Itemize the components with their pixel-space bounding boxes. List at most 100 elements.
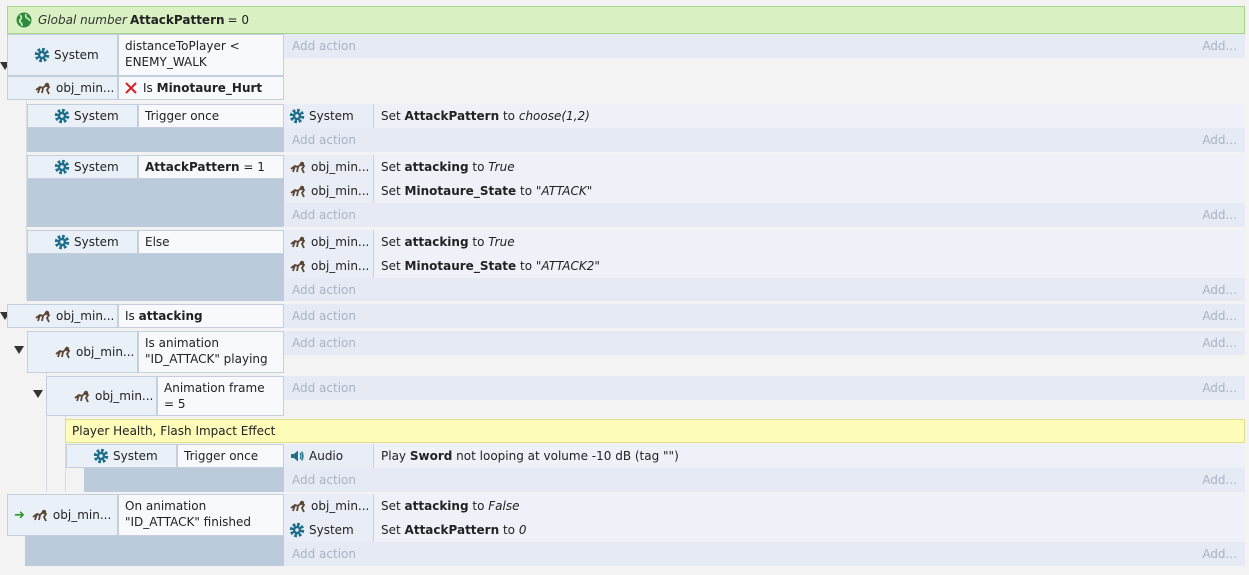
condition-text-label: Else: [145, 235, 170, 249]
minotaur-sprite-icon: [74, 390, 90, 403]
comment-text: Player Health, Flash Impact Effect: [72, 424, 276, 438]
condition-text-label: distanceToPlayer < ENEMY_WALK: [125, 39, 240, 69]
global-variable-row[interactable]: Global number AttackPattern = 0: [7, 6, 1245, 34]
add-action-link[interactable]: Add action: [292, 547, 356, 561]
add-action-short[interactable]: Add...: [1202, 133, 1237, 147]
condition-bold: Minotaure_Hurt: [156, 81, 263, 95]
collapse-toggle[interactable]: [33, 390, 43, 398]
action-verb: Play: [381, 449, 407, 463]
add-action-row[interactable]: Add action Add...: [284, 542, 1245, 566]
comment-row[interactable]: Player Health, Flash Impact Effect: [65, 419, 1245, 443]
action-text[interactable]: Set Minotaure_State to "ATTACK": [374, 179, 1245, 203]
action-rest: not looping at volume -10 dB (tag ""): [456, 449, 679, 463]
action-object[interactable]: obj_min...: [284, 230, 374, 254]
add-action-short[interactable]: Add...: [1202, 336, 1237, 350]
condition-text[interactable]: Is Minotaure_Hurt: [118, 76, 284, 100]
minotaur-sprite-icon: [35, 310, 51, 323]
action-object[interactable]: obj_min...: [284, 155, 374, 179]
add-action-row[interactable]: Add action Add...: [284, 468, 1245, 492]
condition-text[interactable]: Trigger once: [177, 444, 284, 468]
condition-text[interactable]: Is attacking: [118, 304, 284, 328]
condition-object[interactable]: obj_min...: [46, 376, 157, 416]
add-action-short[interactable]: Add...: [1202, 39, 1237, 53]
condition-bold: attacking: [138, 309, 203, 323]
condition-object[interactable]: obj_min...: [27, 331, 138, 373]
gear-icon: [93, 448, 109, 464]
condition-object[interactable]: System: [66, 444, 177, 468]
action-object-label: obj_min...: [311, 259, 370, 273]
action-bold: attacking: [404, 499, 469, 513]
action-text[interactable]: Set attacking to True: [374, 230, 1245, 254]
gear-icon: [34, 47, 50, 63]
condition-object[interactable]: obj_min...: [7, 76, 118, 100]
add-action-link[interactable]: Add action: [292, 309, 356, 323]
condition-text[interactable]: distanceToPlayer < ENEMY_WALK: [118, 34, 284, 76]
condition-text[interactable]: Is animation "ID_ATTACK" playing: [138, 331, 284, 373]
condition-object[interactable]: System: [7, 34, 118, 76]
add-action-row[interactable]: Add action Add...: [284, 278, 1245, 301]
add-action-short[interactable]: Add...: [1202, 473, 1237, 487]
condition-text[interactable]: Trigger once: [138, 104, 284, 128]
action-object[interactable]: System: [284, 518, 374, 542]
action-text[interactable]: Set AttackPattern to choose(1,2): [374, 104, 1245, 128]
minotaur-sprite-icon: [290, 260, 306, 273]
add-action-row[interactable]: Add action Add...: [284, 331, 1245, 355]
action-object[interactable]: System: [284, 104, 374, 128]
add-action-link[interactable]: Add action: [292, 381, 356, 395]
add-action-short[interactable]: Add...: [1202, 283, 1237, 297]
condition-text[interactable]: AttackPattern = 1: [138, 155, 284, 179]
invert-x-icon: [125, 82, 137, 94]
action-bold: attacking: [404, 235, 469, 249]
condition-text[interactable]: On animation "ID_ATTACK" finished: [118, 494, 284, 536]
condition-object-label: obj_min...: [95, 389, 154, 403]
condition-object-label: System: [113, 449, 158, 463]
action-object[interactable]: obj_min...: [284, 494, 374, 518]
action-object[interactable]: obj_min...: [284, 254, 374, 278]
add-action-link[interactable]: Add action: [292, 473, 356, 487]
condition-object[interactable]: ➜ obj_min...: [7, 494, 118, 536]
condition-rest: = 1: [243, 160, 265, 174]
action-verb: Set: [381, 259, 401, 273]
action-text[interactable]: Play Sword not looping at volume -10 dB …: [374, 444, 1245, 468]
add-action-link[interactable]: Add action: [292, 283, 356, 297]
action-mid: to: [502, 109, 516, 123]
action-mid: to: [472, 235, 485, 249]
action-object-label: obj_min...: [311, 160, 370, 174]
condition-object-label: System: [74, 235, 119, 249]
condition-text-label: Trigger once: [145, 109, 220, 123]
action-mid: to: [472, 160, 485, 174]
collapse-toggle[interactable]: [14, 346, 24, 354]
add-action-short[interactable]: Add...: [1202, 309, 1237, 323]
action-text[interactable]: Set attacking to True: [374, 155, 1245, 179]
action-italic: True: [488, 160, 515, 174]
add-action-row[interactable]: Add action Add...: [284, 304, 1245, 328]
add-action-link[interactable]: Add action: [292, 208, 356, 222]
condition-object[interactable]: System: [27, 230, 138, 254]
condition-object[interactable]: System: [27, 104, 138, 128]
action-text[interactable]: Set Minotaure_State to "ATTACK2": [374, 254, 1245, 278]
action-object[interactable]: Audio: [284, 444, 374, 468]
condition-object[interactable]: obj_min...: [7, 304, 118, 328]
condition-text-label: Trigger once: [184, 449, 259, 463]
add-action-row[interactable]: Add action Add...: [284, 203, 1245, 227]
add-action-link[interactable]: Add action: [292, 133, 356, 147]
add-action-short[interactable]: Add...: [1202, 208, 1237, 222]
action-text[interactable]: Set AttackPattern to 0: [374, 518, 1245, 542]
condition-object-label: obj_min...: [52, 508, 112, 522]
action-object[interactable]: obj_min...: [284, 179, 374, 203]
add-action-short[interactable]: Add...: [1202, 381, 1237, 395]
add-action-short[interactable]: Add...: [1202, 547, 1237, 561]
condition-text-label: Is animation "ID_ATTACK" playing: [145, 336, 268, 366]
add-action-row[interactable]: Add action Add...: [284, 128, 1245, 152]
action-bold: Minotaure_State: [404, 259, 517, 273]
add-action-link[interactable]: Add action: [292, 336, 356, 350]
action-text[interactable]: Set attacking to False: [374, 494, 1245, 518]
condition-text[interactable]: Else: [138, 230, 284, 254]
add-action-link[interactable]: Add action: [292, 39, 356, 53]
speaker-icon: [291, 450, 304, 462]
global-var-name: AttackPattern: [129, 13, 225, 27]
add-action-row[interactable]: Add action Add...: [284, 34, 1245, 58]
condition-text[interactable]: Animation frame = 5: [157, 376, 284, 416]
condition-object[interactable]: System: [27, 155, 138, 179]
add-action-row[interactable]: Add action Add...: [284, 376, 1245, 400]
